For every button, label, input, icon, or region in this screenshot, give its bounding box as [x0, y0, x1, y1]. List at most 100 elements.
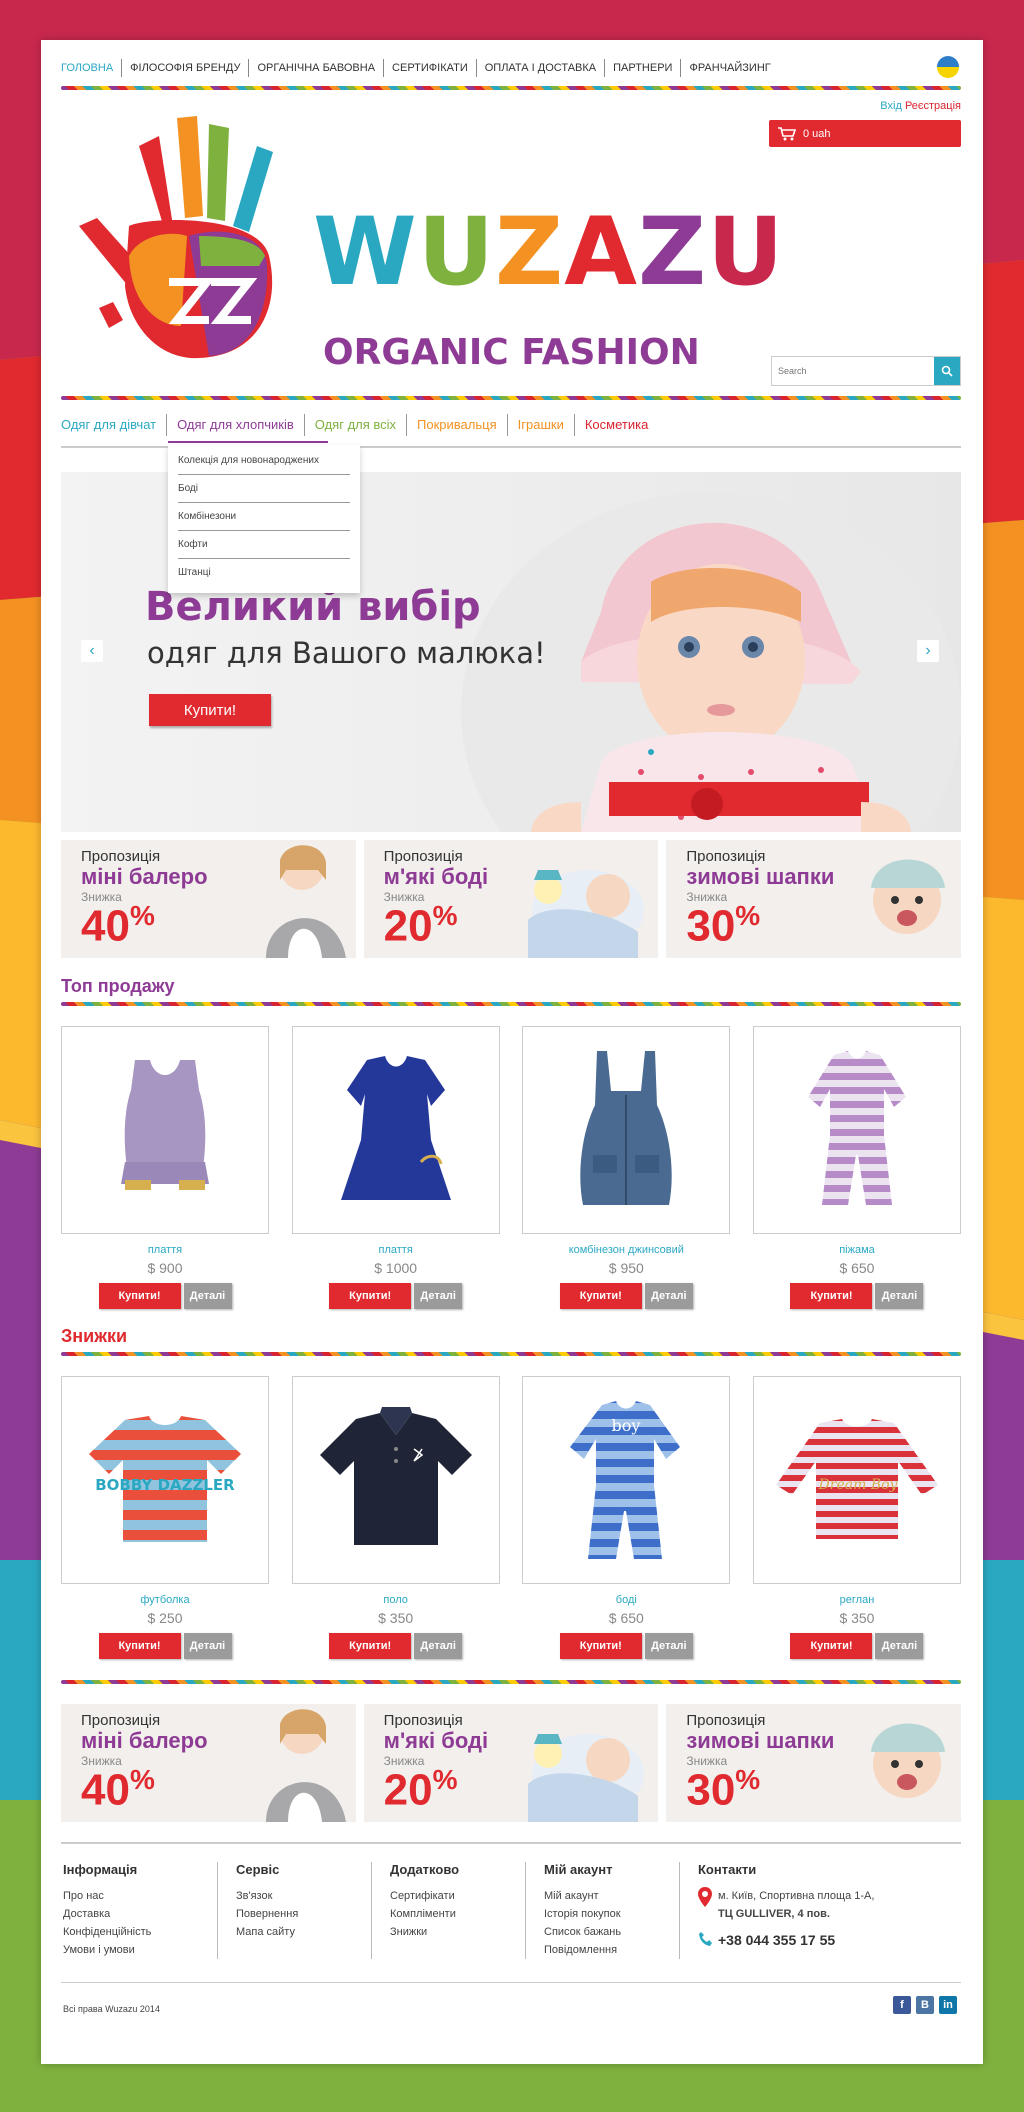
cart-button[interactable]: 0 uah [769, 120, 961, 147]
login-link[interactable]: Вхід [880, 100, 902, 112]
dropdown-item[interactable]: Комбінезони [178, 503, 350, 531]
cat-toys[interactable]: Іграшки [506, 414, 574, 436]
footer-link[interactable]: Доставка [63, 1905, 217, 1923]
details-button[interactable]: Деталі [644, 1283, 693, 1309]
topnav-franchising[interactable]: ФРАНЧАЙЗИНГ [680, 59, 778, 77]
product-image[interactable] [291, 1026, 500, 1234]
product-name[interactable]: піжама [753, 1244, 961, 1258]
details-button[interactable]: Деталі [414, 1283, 463, 1309]
buy-button[interactable]: Купити! [98, 1283, 181, 1309]
footer-link[interactable]: Конфіденційність [63, 1923, 217, 1941]
details-button[interactable]: Деталі [183, 1633, 232, 1659]
product-name[interactable]: боді [522, 1594, 730, 1608]
product-image[interactable]: boy [522, 1376, 731, 1584]
search-button[interactable] [934, 357, 960, 385]
phone-number[interactable]: +38 044 355 17 55 [718, 1931, 835, 1949]
footer-link[interactable]: Про нас [63, 1887, 217, 1905]
promo-card-bolero[interactable]: Пропозиція міні балеро Знижка 40% [61, 1704, 356, 1822]
promo-title: м'які боді [383, 1728, 489, 1753]
buy-button[interactable]: Купити! [559, 1283, 642, 1309]
dropdown-item[interactable]: Колекція для новонароджених [178, 447, 350, 475]
topnav-payment-delivery[interactable]: ОПЛАТА І ДОСТАВКА [475, 59, 604, 77]
buy-button[interactable]: Купити! [790, 1633, 873, 1659]
hero-buy-button[interactable]: Купити! [149, 694, 271, 726]
product-image[interactable] [291, 1376, 500, 1584]
footer-link[interactable]: Повернення [236, 1905, 371, 1923]
cat-everyone[interactable]: Одяг для всіх [303, 414, 406, 436]
footer-link[interactable]: Список бажань [544, 1923, 679, 1941]
discounts-grid: BOBBY DAZZLER футболка $ 250 Купити! Дета… [61, 1376, 961, 1659]
promo-card-bodysuit[interactable]: Пропозиція м'які боді Знижка 20% [363, 840, 659, 958]
buy-button[interactable]: Купити! [329, 1633, 412, 1659]
footer-link[interactable]: Умови і умови [63, 1941, 217, 1959]
promo-title: м'які боді [383, 864, 489, 889]
product-name[interactable]: комбінезон джинсовий [522, 1244, 730, 1258]
product-name[interactable]: реглан [753, 1594, 961, 1608]
dropdown-item[interactable]: Кофти [178, 531, 350, 559]
footer-link[interactable]: Повідомлення [544, 1941, 679, 1959]
product-card: комбінезон джинсовий $ 950 Купити! Деталі [522, 1026, 731, 1309]
promo-label: Пропозиція [686, 1712, 766, 1729]
facebook-icon[interactable]: f [893, 1996, 911, 2014]
product-card: BOBBY DAZZLER футболка $ 250 Купити! Дета… [61, 1376, 269, 1659]
product-name[interactable]: плаття [292, 1244, 500, 1258]
product-image[interactable]: Dream Boy [752, 1376, 961, 1584]
details-button[interactable]: Деталі [644, 1633, 693, 1659]
details-button[interactable]: Деталі [875, 1283, 924, 1309]
buy-button[interactable]: Купити! [98, 1633, 181, 1659]
topnav-home[interactable]: ГОЛОВНА [61, 59, 121, 77]
promo-card-hats[interactable]: Пропозиція зимові шапки Знижка 30% [666, 840, 962, 958]
footer-link[interactable]: Знижки [390, 1923, 525, 1941]
page-container: ГОЛОВНА ФІЛОСОФІЯ БРЕНДУ ОРГАНІЧНА БАВОВ… [41, 40, 983, 2064]
product-photo [121, 1060, 209, 1190]
product-name[interactable]: футболка [61, 1594, 269, 1608]
product-image[interactable] [752, 1026, 961, 1234]
cat-cosmetics[interactable]: Косметика [573, 414, 658, 436]
linkedin-icon[interactable]: in [939, 1996, 957, 2014]
promo-row-top: Пропозиція міні балеро Знижка 40% Пропоз… [61, 840, 962, 958]
details-button[interactable]: Деталі [875, 1633, 924, 1659]
buy-button[interactable]: Купити! [329, 1283, 412, 1309]
product-price: $ 350 [378, 1610, 414, 1626]
product-image[interactable]: BOBBY DAZZLER [61, 1376, 269, 1584]
buy-button[interactable]: Купити! [559, 1633, 642, 1659]
footer-link[interactable]: Мапа сайту [236, 1923, 371, 1941]
footer-link[interactable]: Зв'язок [236, 1887, 371, 1905]
ukraine-flag-icon[interactable] [937, 56, 959, 78]
topnav-brand-philosophy[interactable]: ФІЛОСОФІЯ БРЕНДУ [121, 59, 248, 77]
product-name[interactable]: плаття [61, 1244, 269, 1258]
cat-girls[interactable]: Одяг для дівчат [61, 414, 166, 436]
promo-card-bolero[interactable]: Пропозиція міні балеро Знижка 40% [61, 840, 356, 958]
details-button[interactable]: Деталі [183, 1283, 232, 1309]
dropdown-item[interactable]: Штанці [178, 559, 350, 587]
footer-link[interactable]: Мій акаунт [544, 1887, 679, 1905]
product-image[interactable] [61, 1026, 269, 1234]
footer-link[interactable]: Компліменти [390, 1905, 525, 1923]
cat-blankets[interactable]: Покривальця [406, 414, 507, 436]
product-card: піжама $ 650 Купити! Деталі [752, 1026, 961, 1309]
dropdown-item[interactable]: Боді [178, 475, 350, 503]
topnav-certificates[interactable]: СЕРТИФІКАТИ [383, 59, 476, 77]
topnav-partners[interactable]: ПАРТНЕРИ [604, 59, 680, 77]
promo-percent: 20% [383, 1764, 458, 1815]
slider-prev-button[interactable]: ‹ [81, 640, 103, 662]
footer-link[interactable]: Сертифікати [390, 1887, 525, 1905]
buy-button[interactable]: Купити! [790, 1283, 873, 1309]
promo-card-bodysuit[interactable]: Пропозиція м'які боді Знижка 20% [363, 1704, 659, 1822]
slider-next-button[interactable]: › [917, 640, 939, 662]
logo-hand-icon[interactable] [69, 106, 339, 376]
topnav-organic-cotton[interactable]: ОРГАНІЧНА БАВОВНА [248, 59, 383, 77]
product-image[interactable] [522, 1026, 731, 1234]
details-button[interactable]: Деталі [414, 1633, 463, 1659]
register-link[interactable]: Реєстрація [905, 100, 961, 112]
search-input[interactable] [772, 357, 934, 385]
promo-card-hats[interactable]: Пропозиція зимові шапки Знижка 30% [666, 1704, 962, 1822]
product-card: плаття $ 1000 Купити! Деталі [291, 1026, 500, 1309]
product-price: $ 950 [608, 1260, 644, 1276]
product-card: плаття $ 900 Купити! Деталі [61, 1026, 269, 1309]
product-name[interactable]: поло [292, 1594, 500, 1608]
cat-boys[interactable]: Одяг для хлопчиків [166, 414, 304, 436]
vk-icon[interactable]: B [916, 1996, 934, 2014]
footer-link[interactable]: Історія покупок [544, 1905, 679, 1923]
top-sales-divider [61, 1002, 961, 1006]
